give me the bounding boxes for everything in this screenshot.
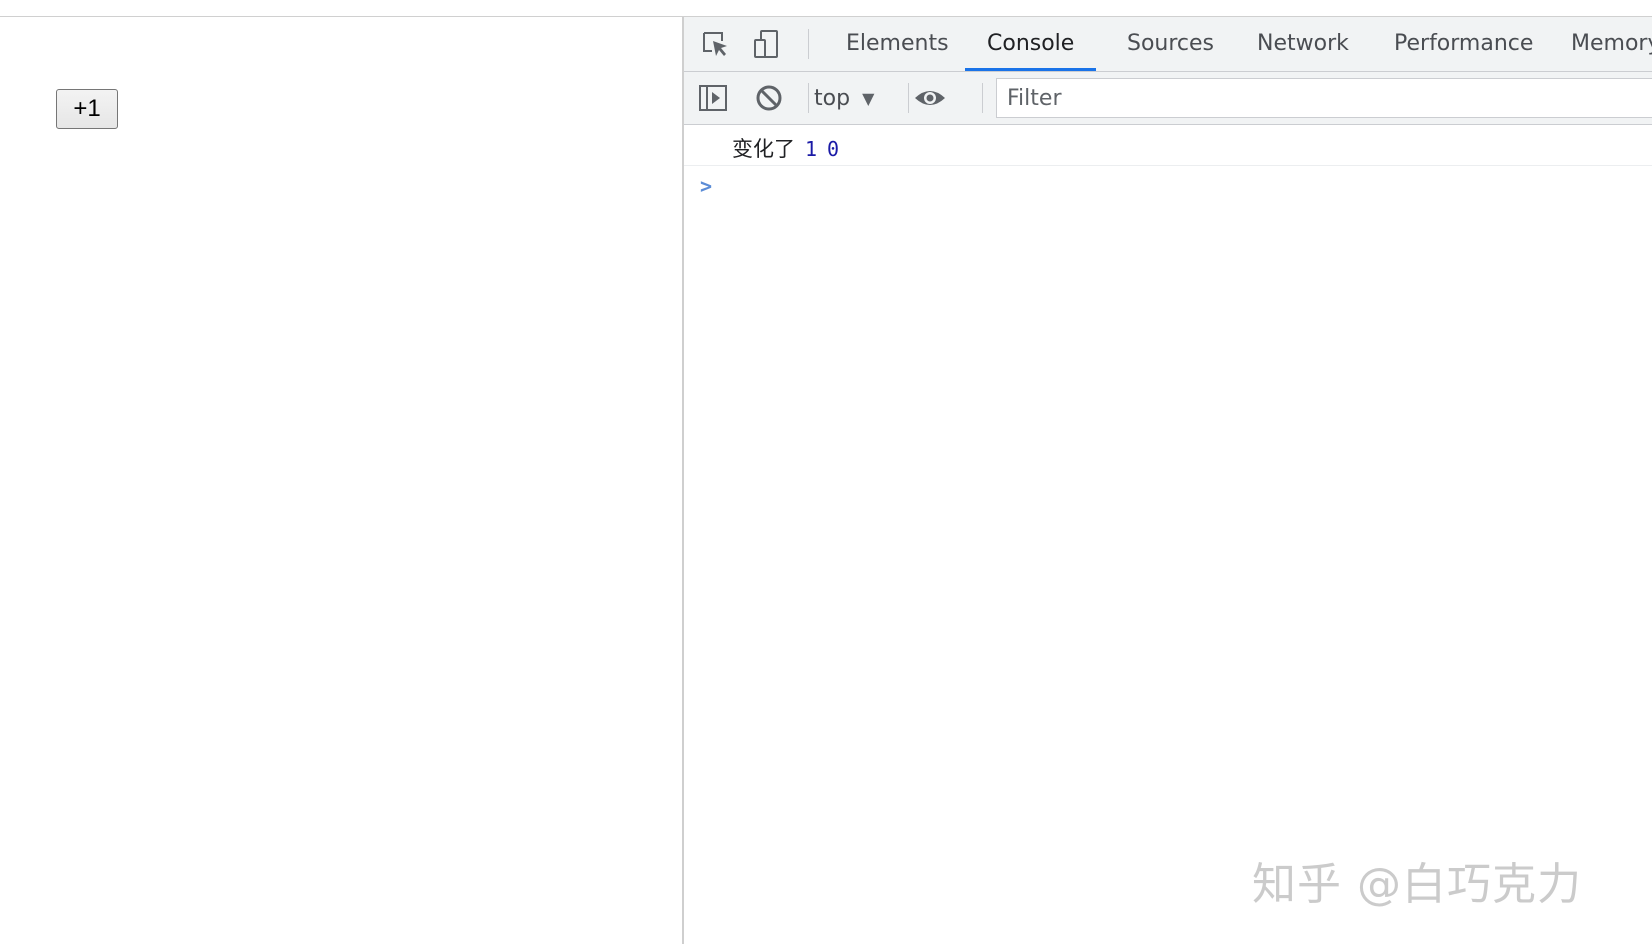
filter-input[interactable] xyxy=(996,78,1652,118)
toolbar-separator-3 xyxy=(982,83,983,113)
context-label: top xyxy=(814,85,851,111)
device-toolbar-icon[interactable] xyxy=(750,27,784,61)
toolbar-separator-2 xyxy=(908,83,909,113)
live-expression-icon[interactable] xyxy=(913,81,947,115)
console-output: 变化了 1 0 > xyxy=(684,125,1652,944)
toolbar-separator xyxy=(808,83,809,113)
page-viewport: +1 xyxy=(0,17,682,944)
console-toolbar: top ▼ xyxy=(684,72,1652,125)
context-selector[interactable]: top ▼ xyxy=(814,80,874,116)
tabbar-separator xyxy=(808,29,809,59)
tab-elements[interactable]: Elements xyxy=(824,17,971,71)
log-text: 变化了 xyxy=(732,137,795,161)
tab-performance[interactable]: Performance xyxy=(1372,17,1555,71)
chevron-down-icon: ▼ xyxy=(862,88,875,108)
console-log-row: 变化了 1 0 xyxy=(684,125,1652,166)
log-value-2: 0 xyxy=(827,137,840,161)
log-message: 变化了 1 0 xyxy=(732,133,839,163)
inspect-element-icon[interactable] xyxy=(698,27,732,61)
console-sidebar-icon[interactable] xyxy=(696,81,730,115)
browser-top-strip xyxy=(0,0,1652,17)
increment-button[interactable]: +1 xyxy=(56,89,118,129)
tab-sources[interactable]: Sources xyxy=(1105,17,1236,71)
tab-network[interactable]: Network xyxy=(1235,17,1371,71)
prompt-chevron-icon: > xyxy=(700,174,713,198)
log-value-1: 1 xyxy=(805,137,818,161)
clear-console-icon[interactable] xyxy=(752,81,786,115)
devtools-tab-bar: Elements Console Sources Network Perform… xyxy=(684,17,1652,72)
console-prompt[interactable]: > xyxy=(684,166,1652,206)
tab-memory[interactable]: Memory xyxy=(1549,17,1652,71)
tab-console[interactable]: Console xyxy=(965,17,1097,71)
watermark: 知乎 @白巧克力 xyxy=(1252,859,1582,910)
devtools-panel: Elements Console Sources Network Perform… xyxy=(684,17,1652,944)
